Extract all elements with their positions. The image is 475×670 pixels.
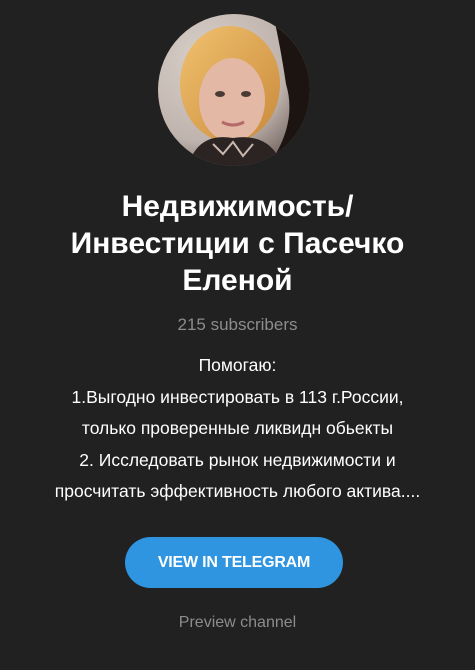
avatar-photo	[158, 14, 310, 166]
description-line: Помогаю:	[198, 355, 277, 375]
channel-description: Помогаю: 1.Выгодно инвестировать в 113 г…	[0, 350, 475, 508]
description-line: 2. Исследовать рынок недвижимости и	[79, 449, 396, 470]
channel-title-line: Недвижимость/	[121, 190, 354, 223]
view-in-telegram-button[interactable]: VIEW IN TELEGRAM	[125, 537, 343, 588]
channel-title-line: Инвестиции с Пасечко	[70, 227, 405, 260]
channel-avatar	[158, 14, 310, 166]
description-line: просчитать эффективность любого актива..…	[54, 481, 421, 501]
description-line: 1.Выгодно инвестировать в 113 г.России,	[71, 386, 404, 407]
channel-title-line: Еленой	[182, 264, 293, 297]
channel-card: Недвижимость/ Инвестиции с Пасечко Елено…	[0, 0, 475, 670]
description-line: только проверенные ликвидн обьекты	[81, 418, 394, 438]
preview-channel-link[interactable]: Preview channel	[0, 612, 475, 634]
channel-title: Недвижимость/ Инвестиции с Пасечко Елено…	[0, 188, 475, 299]
subscriber-count: 215 subscribers	[177, 315, 298, 334]
